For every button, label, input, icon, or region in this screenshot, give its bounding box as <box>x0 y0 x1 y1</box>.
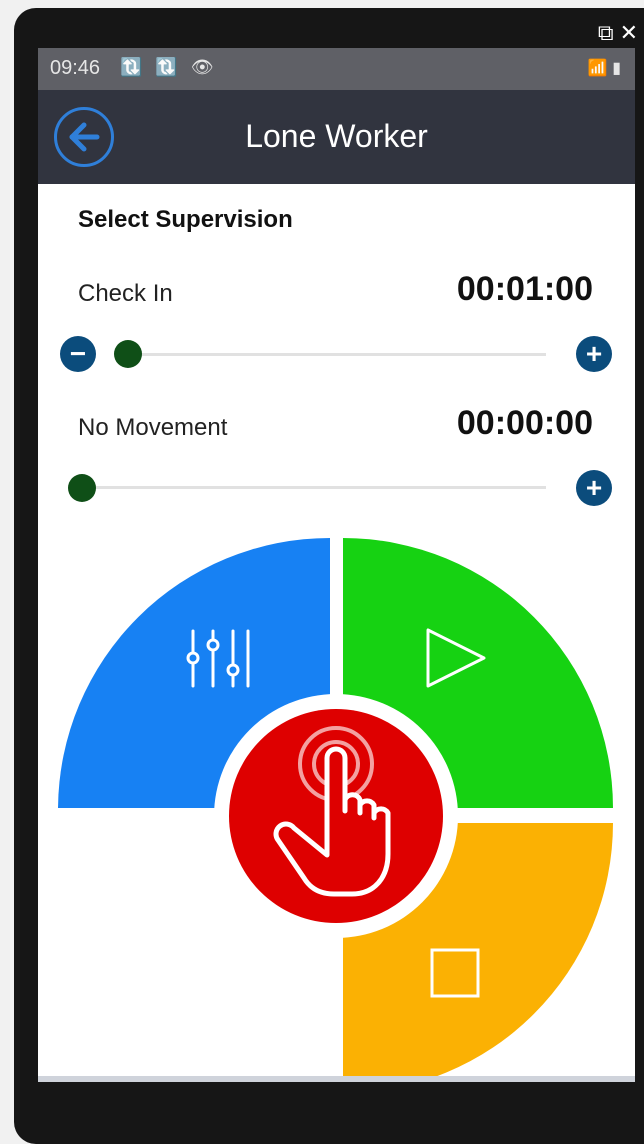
increase-check-in-button[interactable]: + <box>576 336 612 372</box>
section-title: Select Supervision <box>78 206 293 233</box>
increase-no-movement-button[interactable]: + <box>576 470 612 506</box>
window-controls: ⧉ ✕ <box>598 20 638 46</box>
page-title: Lone Worker <box>245 118 428 154</box>
check-in-time: 00:01:00 <box>456 270 593 308</box>
app-bar: Lone Worker <box>38 90 635 184</box>
panic-button[interactable] <box>214 694 458 938</box>
check-in-slider-track[interactable] <box>126 353 546 356</box>
decrease-check-in-button[interactable]: − <box>60 336 96 372</box>
no-movement-slider-track[interactable] <box>74 486 546 489</box>
plus-icon: + <box>585 472 603 503</box>
minus-icon: − <box>69 338 87 369</box>
popout-icon[interactable]: ⧉ <box>598 20 614 46</box>
status-time: 09:46 <box>50 57 101 79</box>
check-in-label: Check In <box>78 280 173 307</box>
status-bar: 09:46 🔃 🔃 👁 📶 ▮ <box>38 48 635 90</box>
no-movement-slider-handle[interactable] <box>68 474 96 502</box>
bottom-bar <box>38 1076 635 1082</box>
no-movement-time: 00:00:00 <box>456 404 593 442</box>
no-movement-label: No Movement <box>78 414 228 441</box>
plus-icon: + <box>585 338 603 369</box>
close-icon[interactable]: ✕ <box>620 20 638 46</box>
phone-screen: 09:46 🔃 🔃 👁 📶 ▮ Lone Worker Select Super… <box>38 48 635 1082</box>
notification-icons: 🔃 🔃 👁 <box>120 57 218 77</box>
control-wheel <box>58 538 613 1078</box>
check-in-slider-handle[interactable] <box>114 340 142 368</box>
signal-battery-icons: 📶 ▮ <box>587 60 621 77</box>
